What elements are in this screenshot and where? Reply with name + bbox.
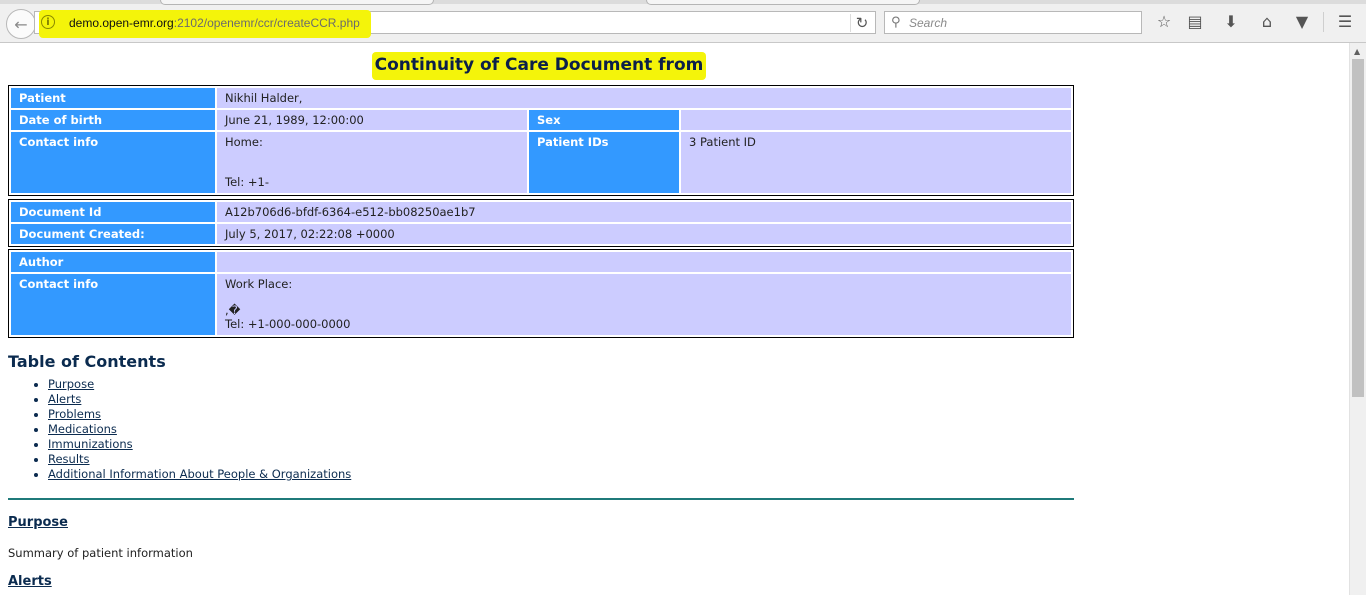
contact-label: Contact info (11, 132, 215, 193)
toc-link-results[interactable]: Results (48, 452, 90, 466)
search-placeholder: Search (909, 16, 948, 30)
download-icon[interactable]: ⬇ (1220, 12, 1242, 32)
table-row: Date of birth June 21, 1989, 12:00:00 Se… (11, 110, 1071, 130)
toc-link-problems[interactable]: Problems (48, 407, 101, 421)
list-item: Purpose (48, 377, 351, 392)
author-tel: Tel: +1-000-000-0000 (225, 317, 351, 331)
browser-toolbar: ← i demo.open-emr.org:2102/openemr/ccr/c… (0, 0, 1366, 43)
patient-value: Nikhil Halder, (217, 88, 1071, 108)
table-row: Document Created: July 5, 2017, 02:22:08… (11, 224, 1071, 244)
toc-link-alerts[interactable]: Alerts (48, 392, 81, 406)
pocket-icon[interactable]: ▼ (1291, 12, 1313, 32)
list-item: Medications (48, 422, 351, 437)
garbled-text: ,� (225, 303, 241, 317)
list-item: Results (48, 452, 351, 467)
document-created-value: July 5, 2017, 02:22:08 +0000 (217, 224, 1071, 244)
document-id-value: A12b706d6-bfdf-6364-e512-bb08250ae1b7 (217, 202, 1071, 222)
menu-icon[interactable]: ☰ (1334, 12, 1356, 32)
list-item: Problems (48, 407, 351, 422)
dob-label: Date of birth (11, 110, 215, 130)
author-table: Author Contact info Work Place: ,� Tel: … (8, 249, 1074, 338)
toc-link-purpose[interactable]: Purpose (48, 377, 94, 391)
patient-label: Patient (11, 88, 215, 108)
table-row: Contact info Home: Tel: +1- Patient IDs … (11, 132, 1071, 193)
patient-ids-label: Patient IDs (529, 132, 679, 193)
contact-value: Home: Tel: +1- (217, 132, 527, 193)
scroll-up-icon[interactable]: ▲ (1354, 47, 1360, 56)
page-title: Continuity of Care Document from (374, 55, 704, 75)
document-meta-table: Document Id A12b706d6-bfdf-6364-e512-bb0… (8, 199, 1074, 247)
table-row: Patient Nikhil Halder, (11, 88, 1071, 108)
toc-link-additional-info[interactable]: Additional Information About People & Or… (48, 467, 351, 481)
table-row: Author (11, 252, 1071, 272)
document-id-label: Document Id (11, 202, 215, 222)
sex-label: Sex (529, 110, 679, 130)
url-path: :2102/openemr/ccr/createCCR.php (173, 16, 360, 30)
list-item: Additional Information About People & Or… (48, 467, 351, 482)
alerts-heading[interactable]: Alerts (8, 574, 52, 589)
scroll-thumb[interactable] (1352, 59, 1364, 397)
purpose-text: Summary of patient information (8, 546, 193, 560)
reading-list-icon[interactable]: ▤ (1184, 12, 1206, 32)
browser-tab[interactable] (160, 0, 434, 5)
search-input[interactable]: ⚲ Search (884, 11, 1142, 34)
browser-tab[interactable] (646, 0, 920, 5)
info-icon[interactable]: i (41, 15, 55, 29)
contact-home: Home: (225, 135, 263, 149)
back-icon: ← (14, 14, 28, 34)
contact-tel: Tel: +1- (225, 175, 269, 189)
table-row: Document Id A12b706d6-bfdf-6364-e512-bb0… (11, 202, 1071, 222)
back-button[interactable]: ← (6, 9, 36, 39)
author-contact-value: Work Place: ,� Tel: +1-000-000-0000 (217, 274, 1071, 335)
star-icon[interactable]: ☆ (1153, 12, 1175, 32)
dob-value: June 21, 1989, 12:00:00 (217, 110, 527, 130)
purpose-heading[interactable]: Purpose (8, 515, 68, 530)
search-icon: ⚲ (891, 15, 901, 30)
author-label: Author (11, 252, 215, 272)
patient-table: Patient Nikhil Halder, Date of birth Jun… (8, 85, 1074, 196)
table-row: Contact info Work Place: ,� Tel: +1-000-… (11, 274, 1071, 335)
toc-list: Purpose Alerts Problems Medications Immu… (30, 377, 351, 482)
reload-icon[interactable]: ↻ (850, 14, 873, 32)
author-contact-label: Contact info (11, 274, 215, 335)
list-item: Immunizations (48, 437, 351, 452)
url-domain: demo.open-emr.org (69, 16, 174, 30)
list-item: Alerts (48, 392, 351, 407)
sex-value (681, 110, 1071, 130)
toolbar-separator (1323, 12, 1324, 32)
toc-heading: Table of Contents (8, 352, 166, 371)
work-place: Work Place: (225, 277, 293, 291)
patient-ids-value: 3 Patient ID (681, 132, 1071, 193)
author-value (217, 252, 1071, 272)
toc-link-medications[interactable]: Medications (48, 422, 117, 436)
url-text[interactable]: demo.open-emr.org:2102/openemr/ccr/creat… (69, 16, 360, 30)
vertical-scrollbar[interactable]: ▲ (1349, 43, 1366, 595)
document-created-label: Document Created: (11, 224, 215, 244)
page-content: Continuity of Care Document from Patient… (0, 43, 1349, 595)
url-bar[interactable]: i demo.open-emr.org:2102/openemr/ccr/cre… (34, 10, 876, 38)
toc-link-immunizations[interactable]: Immunizations (48, 437, 133, 451)
home-icon[interactable]: ⌂ (1256, 12, 1278, 32)
section-divider (8, 498, 1074, 500)
